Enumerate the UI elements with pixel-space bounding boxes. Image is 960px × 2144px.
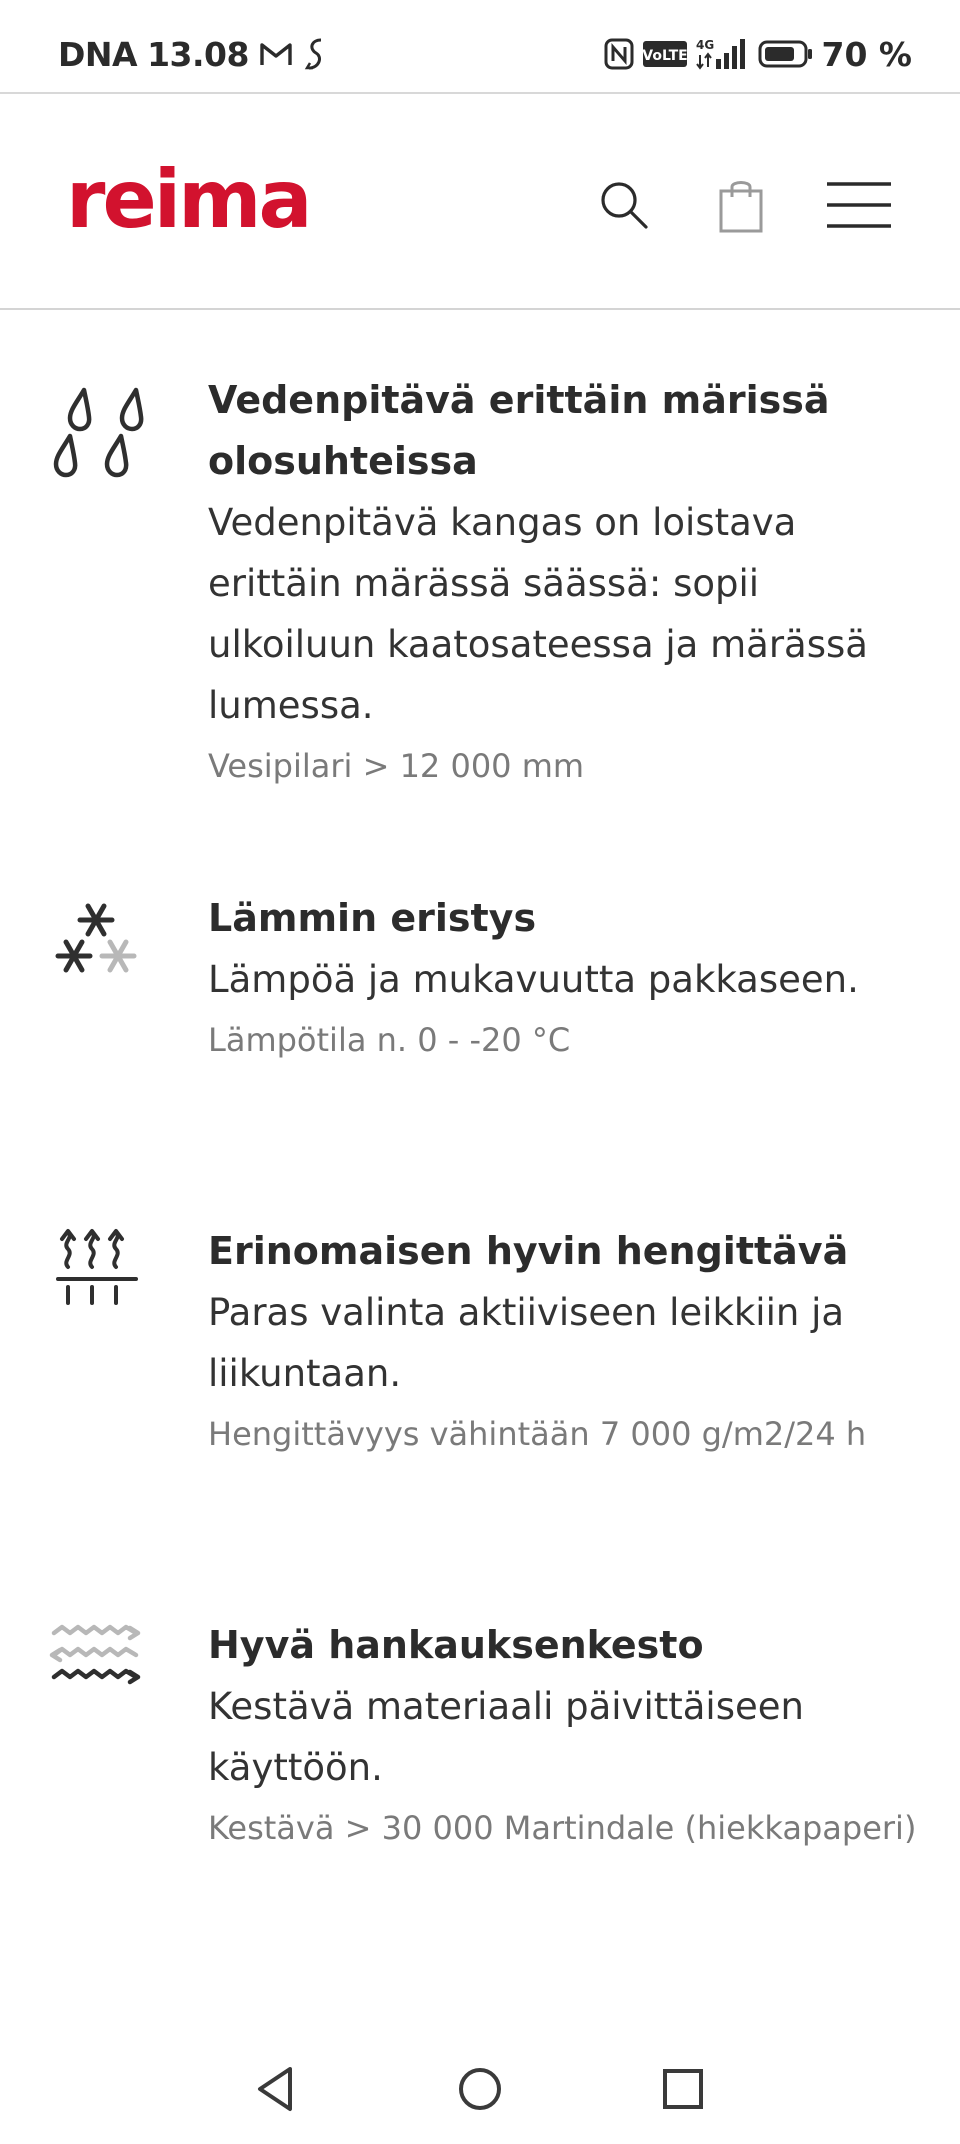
feature-title: Hyvä hankauksenkesto [208, 1623, 704, 1667]
feature-spec: Vesipilari > 12 000 mm [208, 747, 585, 785]
system-navigation-bar [0, 2040, 960, 2144]
search-button[interactable] [591, 172, 657, 238]
abrasion-zigzag-icon [44, 1619, 154, 1729]
volte-icon: VoLTE [642, 40, 688, 68]
feature-spec: Lämpötila n. 0 - -20 °C [208, 1021, 571, 1059]
feature-text: Erinomaisen hyvin hengittävä Paras valin… [208, 1221, 928, 1465]
svg-text:4G: 4G [696, 38, 714, 52]
carrier-label: DNA [58, 34, 138, 74]
shopping-bag-icon [719, 181, 763, 233]
home-button[interactable] [445, 2054, 515, 2124]
svg-text:VoLTE: VoLTE [642, 48, 687, 64]
gmail-icon [259, 40, 293, 68]
sync-icon [303, 37, 327, 71]
site-header: reima [0, 94, 960, 310]
hamburger-menu-icon [827, 182, 891, 228]
4g-signal-icon: 4G [696, 37, 750, 71]
recents-square-icon [663, 2069, 703, 2109]
feature-text: Lämmin eristys Lämpöä ja mukavuutta pakk… [208, 888, 928, 1071]
feature-description: Vedenpitävä kangas on loistava erittäin … [208, 501, 868, 727]
battery-percent: 70 % [821, 34, 912, 74]
shopping-bag-button[interactable] [708, 172, 774, 238]
feature-text: Hyvä hankauksenkesto Kestävä materiaali … [208, 1615, 928, 1859]
feature-title: Erinomaisen hyvin hengittävä [208, 1229, 849, 1273]
feature-text: Vedenpitävä erittäin märissä olosuhteiss… [208, 370, 928, 797]
raindrops-icon [44, 380, 154, 490]
status-right: VoLTE 4G 70 % [604, 30, 912, 78]
home-circle-icon [459, 2068, 501, 2110]
menu-button[interactable] [822, 172, 896, 238]
status-bar: DNA 13.08 VoLTE 4G 70 % [0, 0, 960, 94]
breathable-heat-arrows-icon [44, 1227, 154, 1337]
reima-logo[interactable]: reima [66, 160, 312, 240]
feature-title: Lämmin eristys [208, 896, 537, 940]
nfc-icon [604, 38, 634, 70]
status-left: DNA 13.08 [58, 30, 327, 78]
feature-title: Vedenpitävä erittäin märissä olosuhteiss… [208, 378, 830, 483]
search-icon [601, 182, 648, 229]
back-triangle-icon [258, 2067, 292, 2111]
feature-description: Paras valinta aktiiviseen leikkiin ja li… [208, 1291, 845, 1395]
battery-icon [758, 39, 814, 69]
clock: 13.08 [147, 34, 249, 74]
feature-description: Kestävä materiaali päivittäiseen käyttöö… [208, 1685, 804, 1789]
feature-spec: Hengittävyys vähintään 7 000 g/m2/24 h [208, 1415, 867, 1453]
snowflakes-icon [44, 894, 154, 1004]
feature-spec: Kestävä > 30 000 Martindale (hiekkapaper… [208, 1809, 917, 1847]
recents-button[interactable] [648, 2054, 718, 2124]
feature-description: Lämpöä ja mukavuutta pakkaseen. [208, 958, 859, 1001]
back-button[interactable] [240, 2054, 310, 2124]
